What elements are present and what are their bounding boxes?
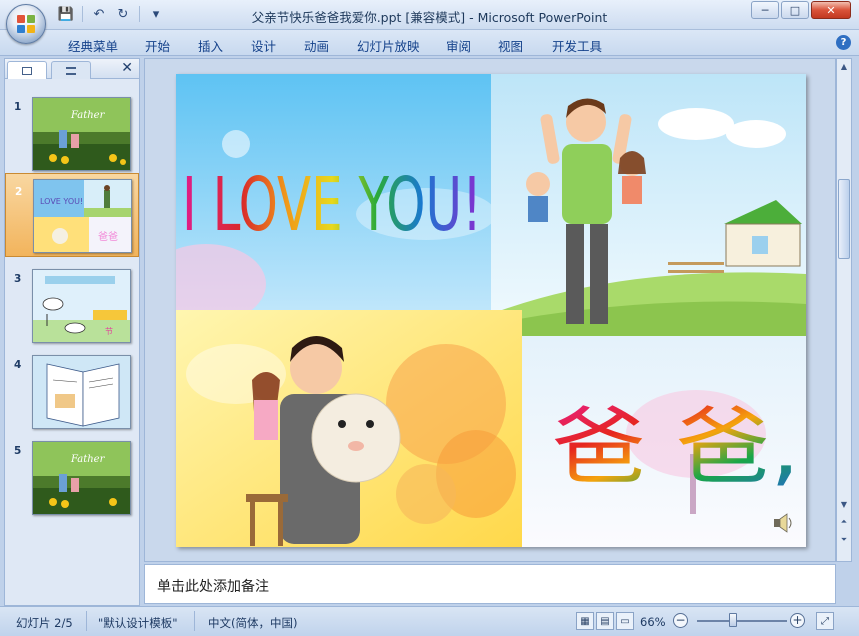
svg-text:LOVE YOU!: LOVE YOU! — [40, 197, 83, 206]
slides-tab[interactable] — [7, 61, 47, 79]
powerpoint-window: 💾 ↶ ↻ ▾ 父亲节快乐爸爸我爱你.ppt [兼容模式] - Microsof… — [0, 0, 859, 636]
normal-view-icon[interactable]: ▦ — [576, 612, 594, 630]
slide-4-preview — [33, 356, 130, 428]
slide-tab-icon — [22, 66, 32, 75]
slide-thumbnail[interactable]: 节 — [32, 269, 131, 343]
zoom-slider[interactable] — [697, 620, 787, 622]
svg-text:Father: Father — [70, 110, 106, 121]
divider — [194, 611, 195, 631]
slide-canvas: I LOVE YOU! 爸 爸, — [176, 74, 806, 547]
tab-view[interactable]: 视图 — [498, 36, 523, 55]
scroll-thumb[interactable] — [838, 179, 850, 259]
tab-classic-menu[interactable]: 经典菜单 — [68, 36, 118, 55]
slide-caption: 爸 爸, — [552, 398, 800, 496]
zoom-level[interactable]: 66% — [640, 615, 666, 629]
slide-editing-area: I LOVE YOU! 爸 爸, — [144, 58, 836, 562]
tab-design[interactable]: 设计 — [251, 36, 276, 55]
outline-tab-icon — [66, 66, 76, 75]
tab-review[interactable]: 审阅 — [446, 36, 471, 55]
slide-2-preview: LOVE YOU! 爸爸 — [34, 180, 131, 252]
slide-thumbnail-row[interactable]: 4 — [5, 347, 139, 429]
slide-3-preview: 节 — [33, 270, 130, 342]
slide-thumbnail-row[interactable]: 5 Father — [5, 433, 139, 515]
office-logo-icon — [17, 15, 35, 33]
next-slide-icon[interactable]: ⏷ — [837, 533, 851, 547]
slide-number: 5 — [14, 445, 22, 457]
fit-to-window-icon[interactable]: ⤢ — [816, 612, 834, 630]
tab-insert[interactable]: 插入 — [198, 36, 223, 55]
title-bar: 💾 ↶ ↻ ▾ 父亲节快乐爸爸我爱你.ppt [兼容模式] - Microsof… — [0, 0, 859, 30]
notes-placeholder[interactable]: 单击此处添加备注 — [157, 576, 269, 596]
help-icon[interactable]: ? — [836, 35, 851, 50]
ribbon-tabs: 经典菜单 开始 插入 设计 动画 幻灯片放映 审阅 视图 开发工具 ? — [0, 30, 859, 56]
zoom-slider-thumb[interactable] — [729, 613, 737, 627]
notes-pane[interactable]: 单击此处添加备注 — [144, 564, 836, 604]
svg-text:爸爸: 爸爸 — [98, 230, 118, 243]
current-slide[interactable]: I LOVE YOU! 爸 爸, — [176, 74, 806, 547]
theme-name: "默认设计模板" — [98, 616, 178, 630]
vertical-scrollbar[interactable]: ▲ ▼ ⏶ ⏷ — [836, 58, 852, 562]
maximize-button[interactable]: □ — [781, 1, 809, 19]
slide-thumbnail[interactable]: LOVE YOU! 爸爸 — [33, 179, 132, 253]
slide-sorter-view-icon[interactable]: ▤ — [596, 612, 614, 630]
zoom-in-icon[interactable]: + — [790, 613, 805, 628]
slide-number: 2 — [15, 186, 23, 198]
svg-text:Father: Father — [70, 454, 106, 465]
slide-number: 3 — [14, 273, 22, 285]
pane-tabs: ✕ — [5, 59, 139, 79]
slide-thumbnail-row[interactable]: 3 节 — [5, 261, 139, 343]
slide-thumbnail[interactable] — [32, 355, 131, 429]
close-pane-icon[interactable]: ✕ — [121, 60, 133, 76]
slide-show-view-icon[interactable]: ▭ — [616, 612, 634, 630]
tab-developer[interactable]: 开发工具 — [552, 36, 602, 55]
outline-tab[interactable] — [51, 61, 91, 79]
slide-number: 4 — [14, 359, 22, 371]
slide-1-preview: Father — [33, 98, 130, 170]
slide-headline: I LOVE YOU! — [182, 162, 482, 248]
language-indicator[interactable]: 中文(简体，中国) — [208, 615, 297, 631]
slide-number: 1 — [14, 101, 22, 113]
window-title: 父亲节快乐爸爸我爱你.ppt [兼容模式] - Microsoft PowerP… — [251, 10, 608, 25]
slide-counter: 幻灯片 2/5 — [16, 616, 73, 630]
slide-thumbnail[interactable]: Father — [32, 97, 131, 171]
scroll-up-icon[interactable]: ▲ — [837, 59, 851, 73]
svg-text:节: 节 — [105, 327, 113, 336]
zoom-out-icon[interactable]: − — [673, 613, 688, 628]
scroll-down-icon[interactable]: ▼ — [837, 497, 851, 511]
divider — [86, 611, 87, 631]
tab-home[interactable]: 开始 — [145, 36, 170, 55]
slide-thumbnail[interactable]: Father — [32, 441, 131, 515]
previous-slide-icon[interactable]: ⏶ — [837, 515, 851, 529]
office-button[interactable] — [6, 4, 46, 44]
minimize-button[interactable]: ─ — [751, 1, 779, 19]
tab-slide-show[interactable]: 幻灯片放映 — [357, 36, 420, 55]
status-bar: 幻灯片 2/5 "默认设计模板" 中文(简体，中国) ▦ ▤ ▭ 66% − +… — [0, 606, 859, 636]
slide-thumbnail-row-selected[interactable]: 2 LOVE YOU! 爸爸 — [5, 173, 139, 257]
slide-5-preview: Father — [33, 442, 130, 514]
slides-pane: ✕ 1 Father 2 LOVE YOU! 爸爸 3 节 4 5 Father — [4, 58, 140, 606]
window-controls: ─ □ ✕ — [751, 1, 851, 19]
slide-thumbnail-row[interactable]: 1 Father — [5, 89, 139, 171]
close-button[interactable]: ✕ — [811, 1, 851, 19]
tab-animations[interactable]: 动画 — [304, 36, 329, 55]
